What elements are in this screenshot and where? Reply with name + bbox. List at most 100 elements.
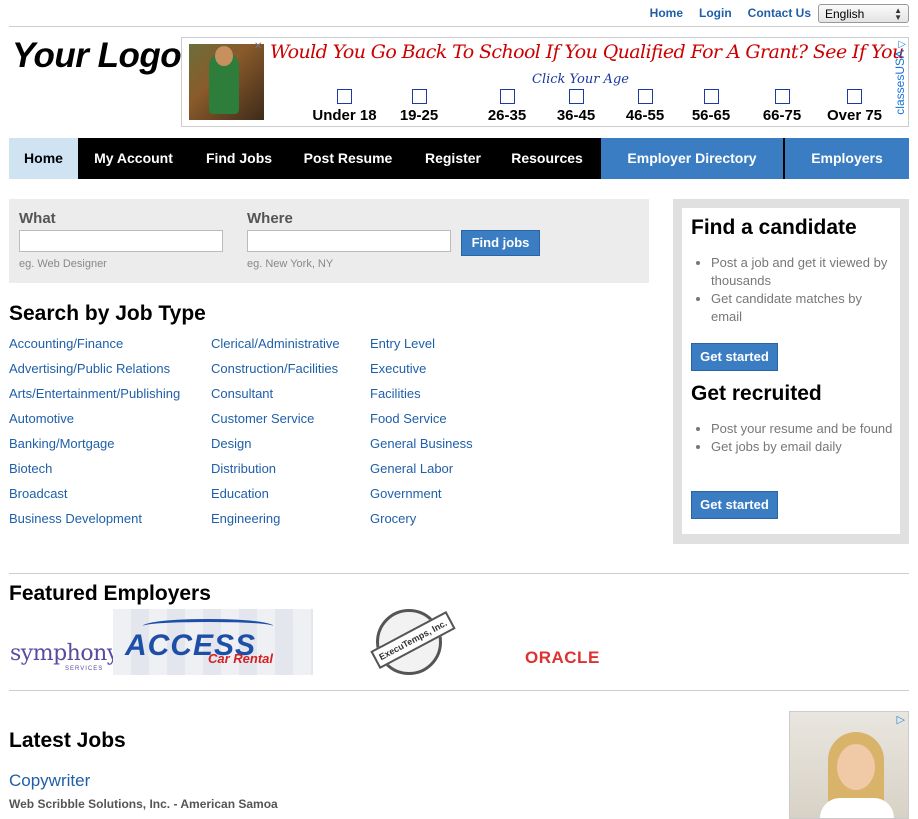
what-input[interactable]	[19, 230, 223, 252]
job-type-link[interactable]: Construction/Facilities	[211, 361, 340, 386]
checkbox-icon	[637, 89, 653, 104]
age-option[interactable]: 26-35	[478, 89, 536, 124]
find-candidate-start-button[interactable]: Get started	[691, 343, 778, 371]
nav-home[interactable]: Home	[9, 138, 78, 179]
get-recruited-title: Get recruited	[691, 382, 822, 405]
job-type-link[interactable]: Facilities	[370, 386, 473, 411]
oracle-logo[interactable]: ORACLE	[525, 648, 600, 668]
side-ad-image[interactable]: ▷	[789, 711, 909, 819]
job-title-link[interactable]: Copywriter	[9, 771, 90, 791]
what-hint: eg. Web Designer	[19, 258, 107, 270]
nav-employer-directory[interactable]: Employer Directory	[601, 138, 783, 179]
job-type-link[interactable]: Grocery	[370, 511, 473, 536]
where-hint: eg. New York, NY	[247, 258, 334, 270]
select-arrows-icon: ▲ ▼	[894, 5, 902, 22]
where-label: Where	[247, 210, 293, 227]
age-option[interactable]: Under 18	[307, 89, 382, 124]
job-type-link[interactable]: Customer Service	[211, 411, 340, 436]
age-option[interactable]: 56-65	[682, 89, 740, 124]
ad-banner[interactable]: ✕ Would You Go Back To School If You Qua…	[181, 37, 909, 127]
site-logo[interactable]: Your Logo	[12, 36, 182, 76]
job-type-column-2: Clerical/Administrative Construction/Faci…	[211, 336, 340, 536]
access-car-rental-logo[interactable]: ACCESS Car Rental	[113, 609, 313, 675]
what-label: What	[19, 210, 56, 227]
age-option[interactable]: 46-55	[616, 89, 674, 124]
employer-sidebar: Find a candidate Post a job and get it v…	[673, 199, 909, 544]
job-type-link[interactable]: Accounting/Finance	[9, 336, 180, 361]
sidebar-card: Find a candidate Post a job and get it v…	[682, 208, 900, 534]
job-type-link[interactable]: Food Service	[370, 411, 473, 436]
contact-us-link[interactable]: Contact Us	[748, 6, 811, 20]
job-type-link[interactable]: Executive	[370, 361, 473, 386]
age-label: 36-45	[556, 107, 596, 124]
nav-register[interactable]: Register	[413, 138, 493, 179]
home-link[interactable]: Home	[650, 6, 683, 20]
job-type-link[interactable]: Broadcast	[9, 486, 180, 511]
job-type-link[interactable]: Entry Level	[370, 336, 473, 361]
job-type-link[interactable]: Business Development	[9, 511, 180, 536]
ad-headline[interactable]: Would You Go Back To School If You Quali…	[270, 41, 908, 63]
checkbox-icon	[568, 89, 584, 104]
ad-person-face	[837, 744, 875, 790]
job-type-link[interactable]: General Business	[370, 436, 473, 461]
divider	[9, 690, 909, 691]
job-type-link[interactable]: Clerical/Administrative	[211, 336, 340, 361]
nav-post-resume[interactable]: Post Resume	[293, 138, 403, 179]
access-subtext: Car Rental	[208, 651, 274, 666]
ad-age-options: Under 18 19-25 26-35 36-45 46-55 56-65 6…	[307, 89, 887, 126]
job-type-link[interactable]: Distribution	[211, 461, 340, 486]
nav-my-account[interactable]: My Account	[83, 138, 184, 179]
symphony-logo[interactable]: symphony SERVICES	[10, 641, 119, 673]
age-label: Under 18	[312, 107, 377, 124]
nav-find-jobs[interactable]: Find Jobs	[195, 138, 283, 179]
nav-employers[interactable]: Employers	[785, 138, 909, 179]
job-type-link[interactable]: Government	[370, 486, 473, 511]
main-nav: Home My Account Find Jobs Post Resume Re…	[9, 138, 909, 179]
checkbox-icon	[337, 89, 352, 104]
age-option[interactable]: 66-75	[753, 89, 811, 124]
job-type-link[interactable]: General Labor	[370, 461, 473, 486]
checkbox-icon	[847, 89, 862, 104]
symphony-subtext: SERVICES	[65, 666, 104, 672]
nav-resources[interactable]: Resources	[503, 138, 591, 179]
ad-sponsor[interactable]: classesUSA	[893, 50, 907, 115]
age-option[interactable]: Over 75	[817, 89, 892, 124]
age-option[interactable]: 36-45	[547, 89, 605, 124]
get-recruited-start-button[interactable]: Get started	[691, 491, 778, 519]
adchoices-icon[interactable]: ▷	[898, 39, 906, 50]
checkbox-icon	[703, 89, 719, 104]
find-jobs-button[interactable]: Find jobs	[461, 230, 540, 256]
ad-subline[interactable]: Click Your Age	[532, 72, 629, 87]
job-type-link[interactable]: Biotech	[9, 461, 180, 486]
job-type-heading: Search by Job Type	[9, 302, 206, 325]
language-select[interactable]: English ▲ ▼	[818, 4, 909, 23]
where-input[interactable]	[247, 230, 451, 252]
age-label: 66-75	[762, 107, 802, 124]
login-link[interactable]: Login	[699, 6, 732, 20]
job-type-link[interactable]: Banking/Mortgage	[9, 436, 180, 461]
list-item: Post a job and get it viewed by thousand…	[711, 254, 896, 290]
age-label: 46-55	[625, 107, 665, 124]
job-type-link[interactable]: Education	[211, 486, 340, 511]
job-type-column-1: Accounting/Finance Advertising/Public Rel…	[9, 336, 180, 536]
age-label: 26-35	[487, 107, 527, 124]
ad-close-icon[interactable]: ✕	[254, 41, 262, 52]
job-type-link[interactable]: Design	[211, 436, 340, 461]
ad-photo	[189, 44, 264, 120]
age-option[interactable]: 19-25	[390, 89, 448, 124]
divider	[9, 573, 909, 574]
job-type-link[interactable]: Automotive	[9, 411, 180, 436]
ad-photo-head	[215, 46, 233, 66]
executemps-logo[interactable]: ExecuTemps, Inc.	[370, 609, 456, 675]
top-links: Home Login Contact Us	[650, 6, 811, 20]
job-type-link[interactable]: Consultant	[211, 386, 340, 411]
featured-employers-heading: Featured Employers	[9, 582, 211, 605]
language-value: English	[825, 6, 865, 21]
job-type-link[interactable]: Arts/Entertainment/Publishing	[9, 386, 180, 411]
job-type-column-3: Entry Level Executive Facilities Food Servi…	[370, 336, 473, 536]
age-label: 19-25	[399, 107, 439, 124]
job-search-panel: What eg. Web Designer Where eg. New York…	[9, 199, 649, 283]
job-type-link[interactable]: Advertising/Public Relations	[9, 361, 180, 386]
job-type-link[interactable]: Engineering	[211, 511, 340, 536]
adchoices-icon[interactable]: ▷	[897, 713, 905, 726]
